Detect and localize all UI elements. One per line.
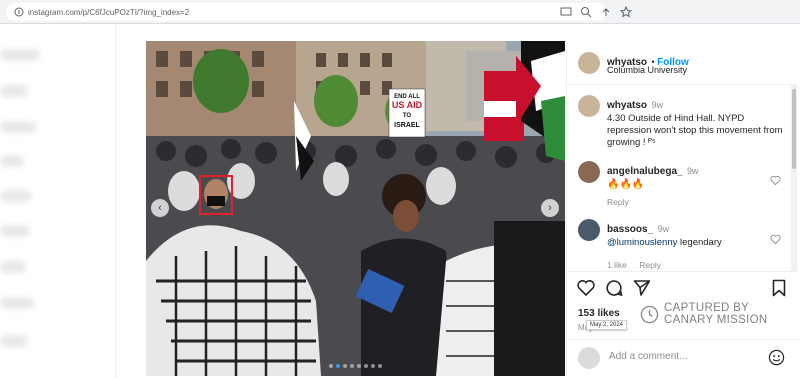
caption: whyatso 9w 4.30 Outside of Hind Hall. NY…: [607, 95, 787, 149]
carousel-dot: [350, 364, 354, 368]
scrollbar-thumb[interactable]: [792, 89, 796, 169]
add-comment-section: Add a comment...: [567, 339, 798, 376]
comment-bubble-icon[interactable]: [605, 279, 623, 297]
carousel-dot: [378, 364, 382, 368]
post-photo[interactable]: END ALL US AID TO ISRAEL ‹ ›: [146, 41, 565, 376]
chevron-left-icon: ‹: [158, 202, 162, 214]
sign-line-3: TO: [403, 113, 412, 119]
share-paper-plane-icon[interactable]: [633, 279, 651, 297]
next-image-button[interactable]: ›: [541, 199, 559, 217]
canary-mission-watermark: CAPTURED BY CANARY MISSION: [640, 302, 767, 326]
avatar[interactable]: [578, 95, 600, 117]
carousel-dot: [371, 364, 375, 368]
like-comment-icon[interactable]: [770, 234, 781, 245]
comment-item: bassoos_ 9w @luminouslenny legendary 1 l…: [607, 219, 777, 273]
address-bar[interactable]: instagram.com/p/C6fJcuPOzTI/?img_index=2: [6, 3, 606, 21]
comment-username[interactable]: angelnalubega_: [607, 166, 683, 177]
comments-scrollbar[interactable]: [791, 85, 797, 271]
zoom-icon[interactable]: [580, 5, 592, 18]
save-bookmark-icon[interactable]: [770, 279, 788, 297]
bookmark-star-icon[interactable]: [619, 5, 633, 18]
caption-username[interactable]: whyatso: [607, 100, 647, 111]
highlight-box: [199, 175, 233, 215]
browser-toolbar: instagram.com/p/C6fJcuPOzTI/?img_index=2: [0, 0, 800, 24]
mention-link[interactable]: @luminouslenny: [607, 237, 677, 248]
carousel-dot: [357, 364, 361, 368]
carousel-dot: [364, 364, 368, 368]
avatar[interactable]: [578, 52, 600, 74]
location-link[interactable]: Columbia University: [607, 65, 687, 75]
comment-text: legendary: [677, 237, 722, 248]
carousel-dots: [146, 364, 565, 368]
post-header: whyatso • Follow Columbia University: [567, 41, 798, 85]
comment-text: 🔥🔥🔥: [607, 179, 645, 190]
sign-line-2: US AID: [392, 100, 423, 110]
like-heart-icon[interactable]: [577, 279, 595, 297]
previous-image-button[interactable]: ‹: [151, 199, 169, 217]
like-count[interactable]: 153 likes: [578, 308, 620, 319]
comment-input[interactable]: Add a comment...: [609, 351, 687, 362]
carousel-dot-active: [336, 364, 340, 368]
caption-time[interactable]: 9w: [651, 100, 663, 110]
url-text[interactable]: instagram.com/p/C6fJcuPOzTI/?img_index=2: [28, 8, 189, 17]
watermark-line-2: CANARY MISSION: [664, 314, 768, 326]
sign-line-4: ISRAEL: [394, 122, 420, 129]
like-comment-icon[interactable]: [770, 175, 781, 186]
comment-username[interactable]: bassoos_: [607, 224, 653, 235]
carousel-dot: [329, 364, 333, 368]
comment-likes[interactable]: 1 like: [607, 260, 627, 270]
watermark-line-1: CAPTURED BY: [664, 302, 750, 314]
page-info-icon[interactable]: [14, 7, 24, 17]
share-icon[interactable]: [600, 5, 612, 17]
cast-icon[interactable]: [560, 5, 572, 17]
comment-time[interactable]: 9w: [658, 224, 670, 234]
chevron-right-icon: ›: [548, 202, 552, 214]
reply-button[interactable]: Reply: [607, 197, 777, 207]
date-tooltip: May 2, 2024: [586, 320, 628, 330]
canary-logo-icon: [640, 305, 659, 323]
comment-item: angelnalubega_ 9w 🔥🔥🔥 Reply: [607, 161, 777, 207]
caption-text: 4.30 Outside of Hind Hall. NYPD repressi…: [607, 113, 783, 148]
avatar[interactable]: [578, 219, 600, 241]
avatar: [578, 347, 600, 369]
avatar[interactable]: [578, 161, 600, 183]
comment-time[interactable]: 9w: [687, 166, 699, 176]
emoji-icon[interactable]: [768, 349, 785, 366]
carousel-dot: [343, 364, 347, 368]
reply-button[interactable]: Reply: [639, 260, 661, 270]
instagram-nav-sidebar-blurred: [0, 25, 116, 378]
